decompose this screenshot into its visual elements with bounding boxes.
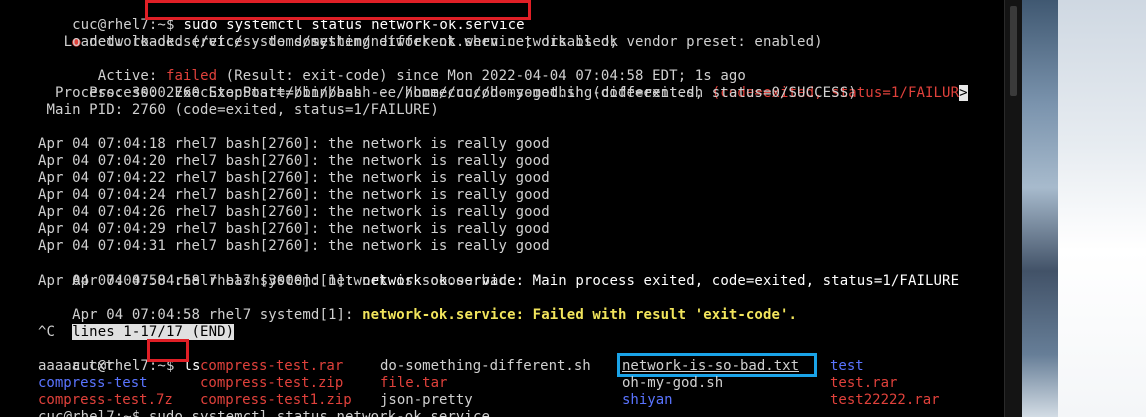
file-tar[interactable]: file.tar <box>380 375 447 392</box>
file-compress-zip[interactable]: compress-test.zip <box>200 375 343 392</box>
file-oh-my-god[interactable]: oh-my-god.sh <box>622 375 723 392</box>
terminal-window[interactable]: cuc@rhel7:~$ sudo systemctl status networ… <box>0 0 1004 417</box>
dir-shiyan[interactable]: shiyan <box>622 392 673 409</box>
file-test22222-rar[interactable]: test22222.rar <box>830 392 940 409</box>
log-line: Apr 04 07:04:24 rhel7 bash[2760]: the ne… <box>38 187 550 203</box>
terminal-scrollbar[interactable] <box>1004 0 1022 417</box>
pager-status-line: lines 1-17/17 (END) <box>38 307 235 340</box>
log-fail-message: network-ok.service: Failed with result '… <box>362 307 798 323</box>
unit-description-line: ● network-ok.service - do something diff… <box>38 17 618 50</box>
file-compress-rar[interactable]: compress-test.rar <box>200 358 343 375</box>
last-command-line: cuc@rhel7:~$ sudo systemctl status netwo… <box>38 409 491 417</box>
process-line-1: Process: 2760 ExecStart=/bin/bash -e /ho… <box>38 68 968 101</box>
truncation-marker: > <box>959 85 968 101</box>
log-line-exit: Apr 04 07:04:58 rhel7 systemd[1]: networ… <box>38 256 959 289</box>
dir-compress-test[interactable]: compress-test <box>38 375 148 392</box>
log-line-bad: Apr 04 07:04:58 rhel7 bash[3000]: networ… <box>38 273 508 289</box>
file-test-rar[interactable]: test.rar <box>830 375 897 392</box>
file-json-pretty[interactable]: json-pretty <box>380 392 473 409</box>
scrollbar-thumb[interactable] <box>1010 6 1017 96</box>
log-line: Apr 04 07:04:31 rhel7 bash[2760]: the ne… <box>38 238 550 254</box>
file-compress1-zip[interactable]: compress-test1.zip <box>200 392 352 409</box>
process-line-2: Process: 3000 ExecStopPost=/bin/bash -e … <box>38 85 857 101</box>
log-line-failed: Apr 04 07:04:58 rhel7 systemd[1]: networ… <box>38 290 797 323</box>
main-pid-line: Main PID: 2760 (code=exited, status=1/FA… <box>38 102 439 118</box>
log-line: Apr 04 07:04:18 rhel7 bash[2760]: the ne… <box>38 136 550 152</box>
annotation-box-network-file <box>617 353 817 377</box>
ctrl-c-line: ^C <box>38 324 56 340</box>
file-do-something[interactable]: do-something-different.sh <box>380 358 591 375</box>
desktop-wallpaper <box>1022 0 1146 417</box>
log-line: Apr 04 07:04:26 rhel7 bash[2760]: the ne… <box>38 204 550 220</box>
wallpaper-art <box>1022 0 1058 417</box>
file-aaaaa[interactable]: aaaaa.txt <box>38 358 114 375</box>
active-line: Active: failed (Result: exit-code) since… <box>38 51 746 84</box>
loaded-line: Loaded: loaded (/etc/systemd/system/netw… <box>38 34 823 50</box>
log-line: Apr 04 07:04:20 rhel7 bash[2760]: the ne… <box>38 153 550 169</box>
pager-status: lines 1-17/17 (END) <box>72 324 235 340</box>
log-line: Apr 04 07:04:29 rhel7 bash[2760]: the ne… <box>38 221 550 237</box>
file-compress-7z[interactable]: compress-test.7z <box>38 392 173 409</box>
dir-test[interactable]: test <box>830 358 864 375</box>
log-line: Apr 04 07:04:22 rhel7 bash[2760]: the ne… <box>38 170 550 186</box>
annotation-box-ls <box>147 339 189 362</box>
